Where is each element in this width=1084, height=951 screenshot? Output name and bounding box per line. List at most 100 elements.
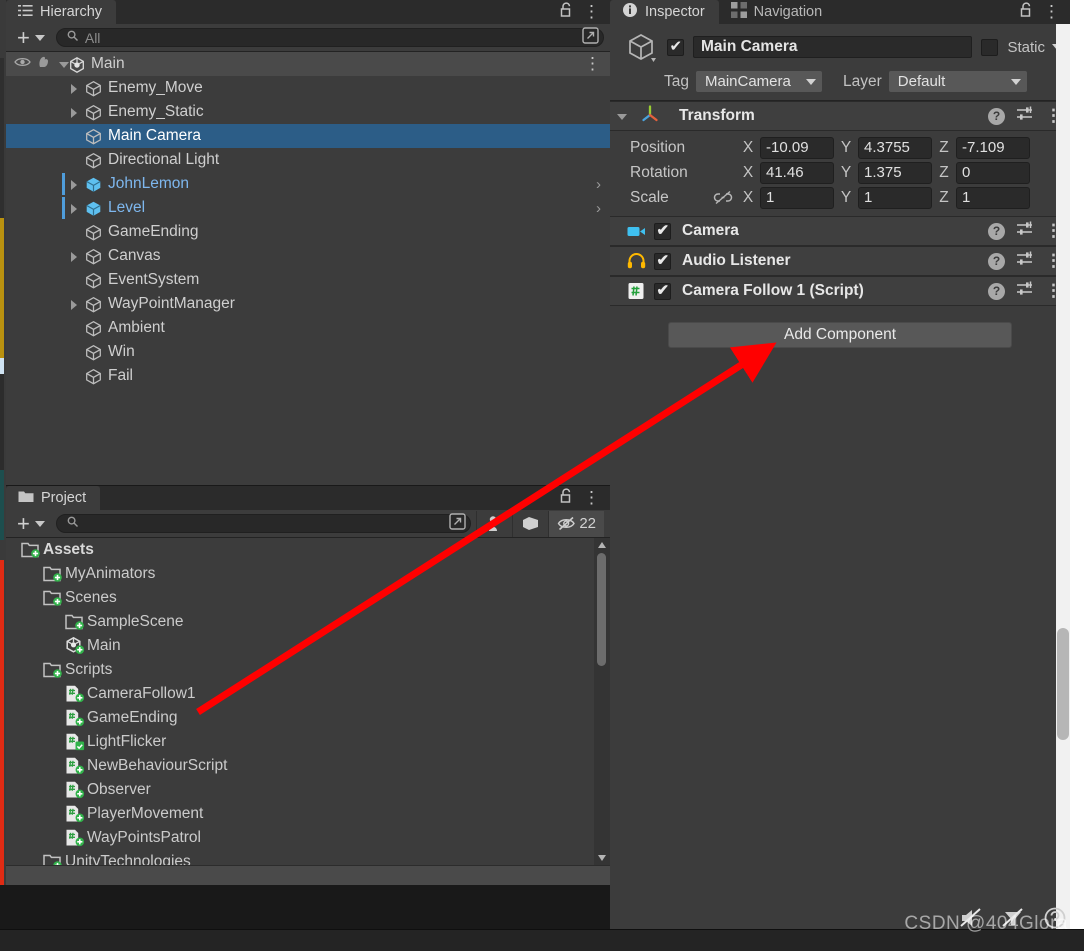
project-row-gameending[interactable]: GameEnding: [6, 706, 610, 730]
lock-open-icon[interactable]: [559, 487, 573, 509]
kebab-menu-icon[interactable]: ⋮: [583, 3, 600, 20]
scrollbar-thumb[interactable]: [597, 553, 606, 666]
project-row-scenes[interactable]: Scenes: [6, 586, 610, 610]
hierarchy-row-johnlemon[interactable]: JohnLemon ›: [6, 172, 610, 196]
component-header-audio-listener[interactable]: Audio Listener?⋮: [610, 246, 1070, 276]
scroll-up-arrow-icon[interactable]: [597, 542, 606, 548]
hierarchy-row-enemy-move[interactable]: Enemy_Move: [6, 76, 610, 100]
foldout-arrow-icon[interactable]: [58, 58, 71, 71]
project-row-waypointspatrol[interactable]: WayPointsPatrol: [6, 826, 610, 850]
tab-project[interactable]: Project: [6, 486, 101, 510]
preset-settings-icon[interactable]: [1016, 251, 1034, 272]
lock-open-icon[interactable]: [559, 1, 573, 23]
project-vertical-scrollbar[interactable]: [594, 538, 610, 865]
link-broken-icon[interactable]: [706, 190, 740, 205]
project-row-main[interactable]: Main: [6, 634, 610, 658]
label-filter-icon[interactable]: [512, 510, 548, 537]
open-prefab-chevron-icon[interactable]: ›: [596, 176, 601, 193]
foldout-arrow-icon[interactable]: [68, 178, 81, 191]
save-filter-icon[interactable]: [476, 510, 512, 537]
hierarchy-row-fail[interactable]: Fail: [6, 364, 610, 388]
scroll-down-arrow-icon[interactable]: [597, 855, 606, 861]
hierarchy-row-main-camera[interactable]: Main Camera: [6, 124, 610, 148]
help-icon[interactable]: ?: [988, 282, 1005, 300]
preset-settings-icon[interactable]: [1016, 221, 1034, 242]
transform-scale-z-input[interactable]: 1: [956, 186, 1030, 209]
component-header-camera-follow-1-script-[interactable]: Camera Follow 1 (Script)?⋮: [610, 276, 1070, 306]
project-row-assets[interactable]: Assets: [6, 538, 610, 562]
hierarchy-row-waypointmanager[interactable]: WayPointManager: [6, 292, 610, 316]
hierarchy-row-enemy-static[interactable]: Enemy_Static: [6, 100, 610, 124]
layer-dropdown[interactable]: Default: [888, 71, 1027, 92]
project-row-scripts[interactable]: Scripts: [6, 658, 610, 682]
hierarchy-search-input[interactable]: All: [55, 26, 604, 49]
lights-toggle-icon[interactable]: [1000, 906, 1026, 935]
kebab-menu-icon[interactable]: ⋮: [584, 55, 601, 72]
hierarchy-row-gameending[interactable]: GameEnding: [6, 220, 610, 244]
transform-position-z-input[interactable]: -7.109: [956, 136, 1030, 159]
help-circle-icon[interactable]: [1042, 906, 1068, 935]
open-in-new-icon[interactable]: [449, 512, 467, 535]
project-row-playermovement[interactable]: PlayerMovement: [6, 802, 610, 826]
transform-rotation-x-input[interactable]: 41.46: [760, 161, 834, 184]
transform-rotation-z-input[interactable]: 0: [956, 161, 1030, 184]
foldout-arrow-icon[interactable]: [68, 106, 81, 119]
transform-foldout-arrow-icon[interactable]: [616, 110, 629, 123]
hierarchy-tree[interactable]: Main ⋮ Enemy_Move Enemy_Static Main Camera Di…: [6, 52, 610, 485]
tag-dropdown[interactable]: MainCamera: [696, 71, 822, 92]
project-row-samplescene[interactable]: SampleScene: [6, 610, 610, 634]
foldout-arrow-icon[interactable]: [68, 250, 81, 263]
component-header-camera[interactable]: Camera?⋮: [610, 216, 1070, 246]
open-prefab-chevron-icon[interactable]: ›: [596, 200, 601, 217]
foldout-arrow-icon[interactable]: [68, 298, 81, 311]
eye-icon[interactable]: [14, 55, 31, 73]
hierarchy-row-ambient[interactable]: Ambient: [6, 316, 610, 340]
help-icon[interactable]: ?: [988, 107, 1005, 125]
kebab-menu-icon[interactable]: ⋮: [1043, 3, 1060, 20]
component-enabled-checkbox[interactable]: [654, 251, 671, 270]
project-row-myanimators[interactable]: MyAnimators: [6, 562, 610, 586]
component-enabled-checkbox[interactable]: [654, 281, 671, 300]
gameobject-enabled-checkbox[interactable]: [667, 37, 684, 56]
foldout-arrow-icon[interactable]: [68, 82, 81, 95]
hierarchy-row-win[interactable]: Win: [6, 340, 610, 364]
foldout-arrow-icon[interactable]: [68, 202, 81, 215]
inspector-vertical-scrollbar-thumb[interactable]: [1057, 628, 1069, 740]
hierarchy-row-directional-light[interactable]: Directional Light: [6, 148, 610, 172]
transform-scale-y-input[interactable]: 1: [858, 186, 932, 209]
project-row-lightflicker[interactable]: LightFlicker: [6, 730, 610, 754]
transform-scale-x-input[interactable]: 1: [760, 186, 834, 209]
gameobject-name-input[interactable]: Main Camera: [693, 36, 973, 58]
add-component-button[interactable]: Add Component: [668, 322, 1012, 348]
tab-hierarchy[interactable]: Hierarchy: [6, 0, 117, 24]
project-search-input[interactable]: [55, 512, 472, 535]
help-icon[interactable]: ?: [988, 252, 1005, 270]
transform-component-header[interactable]: Transform ? ⋮: [610, 101, 1070, 131]
tab-inspector[interactable]: Inspector: [610, 0, 719, 24]
project-row-observer[interactable]: Observer: [6, 778, 610, 802]
transform-position-y-input[interactable]: 4.3755: [858, 136, 932, 159]
component-enabled-checkbox[interactable]: [654, 221, 671, 240]
project-row-camerafollow1[interactable]: CameraFollow1: [6, 682, 610, 706]
project-row-newbehaviourscript[interactable]: NewBehaviourScript: [6, 754, 610, 778]
open-in-new-icon[interactable]: [582, 26, 599, 49]
preset-settings-icon[interactable]: [1016, 106, 1034, 127]
hierarchy-row-canvas[interactable]: Canvas: [6, 244, 610, 268]
lock-open-icon[interactable]: [1019, 1, 1033, 23]
scene-visibility-controls[interactable]: [6, 55, 71, 74]
hierarchy-row-eventsystem[interactable]: EventSystem: [6, 268, 610, 292]
preset-settings-icon[interactable]: [1016, 281, 1034, 302]
hierarchy-row-level[interactable]: Level ›: [6, 196, 610, 220]
static-checkbox[interactable]: [981, 38, 999, 56]
kebab-menu-icon[interactable]: ⋮: [583, 489, 600, 506]
transform-rotation-y-input[interactable]: 1.375: [858, 161, 932, 184]
project-tree[interactable]: Assets MyAnimators Scenes SampleScene Main Sc…: [6, 538, 610, 865]
project-row-unitytechnologies[interactable]: UnityTechnologies: [6, 850, 610, 865]
mute-audio-icon[interactable]: [958, 906, 984, 935]
create-asset-button[interactable]: +: [12, 512, 50, 534]
help-icon[interactable]: ?: [988, 222, 1005, 240]
tab-navigation[interactable]: Navigation: [719, 0, 837, 24]
pick-hand-icon[interactable]: [37, 55, 52, 74]
create-gameobject-button[interactable]: +: [12, 26, 50, 48]
transform-position-x-input[interactable]: -10.09: [760, 136, 834, 159]
